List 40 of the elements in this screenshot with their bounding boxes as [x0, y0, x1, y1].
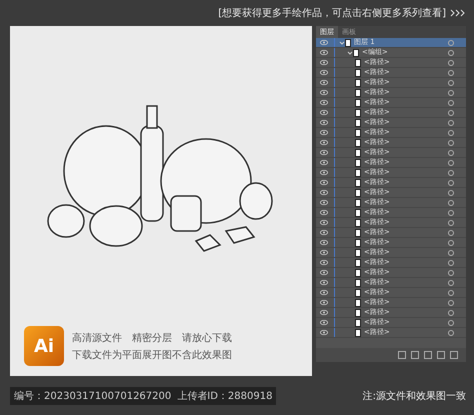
eye-icon[interactable] [320, 140, 328, 145]
eye-icon[interactable] [320, 160, 328, 165]
eye-icon[interactable] [320, 110, 328, 115]
eye-icon[interactable] [320, 220, 328, 225]
eye-icon[interactable] [320, 50, 328, 55]
eye-icon[interactable] [320, 180, 328, 185]
eye-icon[interactable] [320, 120, 328, 125]
eye-icon[interactable] [320, 260, 328, 265]
eye-icon[interactable] [320, 310, 328, 315]
ai-logo: Ai [24, 326, 64, 366]
eye-icon[interactable] [320, 240, 328, 245]
eye-icon[interactable] [320, 250, 328, 255]
eye-icon[interactable] [320, 90, 328, 95]
caret-icon[interactable] [339, 40, 345, 46]
eye-icon[interactable] [320, 150, 328, 155]
eye-icon[interactable] [320, 40, 328, 45]
eye-icon[interactable] [320, 320, 328, 325]
eye-icon[interactable] [320, 170, 328, 175]
promo-text: 下载文件为平面展开图不含此效果图 [72, 348, 232, 362]
eye-icon[interactable] [320, 210, 328, 215]
file-id-text: 编号：20230317100701267200 [14, 390, 172, 402]
eye-icon[interactable] [320, 290, 328, 295]
eye-icon[interactable] [320, 280, 328, 285]
uploader-id-text: 上传者ID：2880918 [177, 390, 272, 402]
eye-icon[interactable] [320, 100, 328, 105]
note-text: 注:源文件和效果图一致 [362, 390, 466, 402]
eye-icon[interactable] [320, 130, 328, 135]
eye-icon[interactable] [320, 200, 328, 205]
eye-icon[interactable] [320, 190, 328, 195]
eye-icon[interactable] [320, 300, 328, 305]
promo-text: 高清源文件 精密分层 请放心下载 [72, 332, 232, 344]
caret-icon[interactable] [347, 50, 353, 56]
eye-icon[interactable] [320, 60, 328, 65]
eye-icon[interactable] [320, 230, 328, 235]
eye-icon[interactable] [320, 270, 328, 275]
banner-text: [想要获得更多手绘作品，可点击右侧更多系列查看] [218, 6, 446, 20]
chevrons-icon [450, 9, 466, 17]
eye-icon[interactable] [320, 70, 328, 75]
eye-icon[interactable] [320, 330, 328, 335]
eye-icon[interactable] [320, 80, 328, 85]
